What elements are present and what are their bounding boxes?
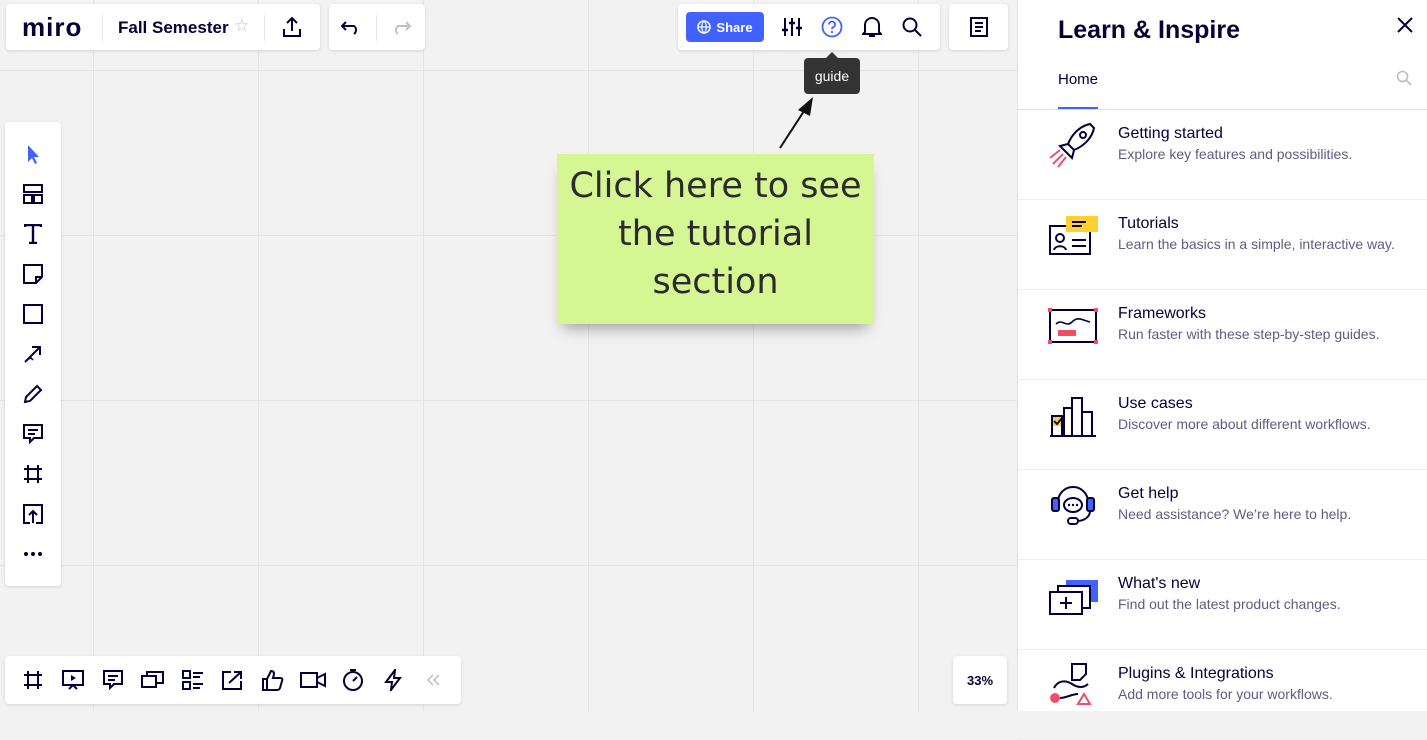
- bell-icon[interactable]: [860, 16, 884, 38]
- zoom-level[interactable]: 33%: [953, 656, 1007, 704]
- timer-icon[interactable]: [339, 666, 367, 694]
- miro-logo[interactable]: miro: [22, 14, 82, 40]
- sticky-note[interactable]: Click here to see the tutorial section: [557, 154, 874, 324]
- redo-icon[interactable]: [389, 15, 413, 39]
- settings-sliders-icon[interactable]: [780, 16, 804, 38]
- upload-icon[interactable]: [19, 500, 47, 528]
- list-item-whats-new[interactable]: What's new Find out the latest product c…: [1018, 560, 1427, 650]
- undo-icon[interactable]: [339, 15, 363, 39]
- list-item-get-help[interactable]: Get help Need assistance? We’re here to …: [1018, 470, 1427, 560]
- item-description: Need assistance? We’re here to help.: [1118, 506, 1352, 522]
- document-icon: [967, 16, 991, 38]
- tutorials-icon: [1046, 210, 1104, 260]
- item-title: Plugins & Integrations: [1118, 665, 1274, 682]
- divider: [376, 15, 377, 41]
- item-description: Add more tools for your workflows.: [1118, 686, 1333, 702]
- video-chat-icon[interactable]: [139, 666, 167, 694]
- rocket-icon: [1046, 120, 1104, 170]
- item-description: Discover more about different workflows.: [1118, 416, 1371, 432]
- screen-share-icon[interactable]: [219, 666, 247, 694]
- text-icon[interactable]: [19, 220, 47, 248]
- collapse-icon[interactable]: [419, 666, 447, 694]
- list-item-frameworks[interactable]: Frameworks Run faster with these step-by…: [1018, 290, 1427, 380]
- voting-icon[interactable]: [259, 666, 287, 694]
- item-description: Explore key features and possibilities.: [1118, 146, 1353, 162]
- search-icon[interactable]: [1396, 70, 1412, 91]
- frameworks-icon: [1046, 300, 1104, 350]
- use-cases-icon: [1046, 390, 1104, 440]
- item-title: Get help: [1118, 485, 1179, 502]
- list-item-plugins[interactable]: Plugins & Integrations Add more tools fo…: [1018, 650, 1427, 740]
- item-title: Getting started: [1118, 125, 1223, 142]
- sticky-note-icon[interactable]: [19, 260, 47, 288]
- item-title: Use cases: [1118, 395, 1193, 412]
- comments-icon[interactable]: [99, 666, 127, 694]
- presentation-icon[interactable]: [59, 666, 87, 694]
- headset-icon: [1046, 480, 1104, 530]
- creation-toolbar: [5, 122, 61, 586]
- pen-icon[interactable]: [19, 380, 47, 408]
- select-icon[interactable]: [19, 140, 47, 168]
- share-button[interactable]: Share: [686, 12, 764, 42]
- help-guide-icon[interactable]: [820, 16, 844, 38]
- list-item-getting-started[interactable]: Getting started Explore key features and…: [1018, 110, 1427, 200]
- star-icon[interactable]: ☆: [234, 16, 249, 36]
- guide-tooltip: guide: [804, 52, 860, 94]
- history-bar: [329, 4, 425, 50]
- board-header: miro Fall Semester ☆: [6, 4, 320, 50]
- annotation-arrow: [779, 97, 813, 149]
- tab-home[interactable]: Home: [1058, 71, 1098, 88]
- arrow-icon[interactable]: [19, 340, 47, 368]
- video-icon[interactable]: [299, 666, 327, 694]
- bottom-toolbar: [5, 656, 461, 704]
- globe-icon: [697, 20, 712, 34]
- whats-new-icon: [1046, 570, 1104, 620]
- divider: [102, 15, 103, 41]
- divider: [264, 15, 265, 41]
- panel-title: Learn & Inspire: [1058, 16, 1240, 44]
- item-title: Frameworks: [1118, 305, 1207, 322]
- frames-icon[interactable]: [19, 666, 47, 694]
- card-icon[interactable]: [179, 666, 207, 694]
- item-description: Learn the basics in a simple, interactiv…: [1118, 236, 1395, 252]
- comment-icon[interactable]: [19, 420, 47, 448]
- item-description: Find out the latest product changes.: [1118, 596, 1341, 612]
- share-label: Share: [716, 19, 753, 35]
- list-item-use-cases[interactable]: Use cases Discover more about different …: [1018, 380, 1427, 470]
- shape-icon[interactable]: [19, 300, 47, 328]
- item-title: Tutorials: [1118, 215, 1179, 232]
- more-icon[interactable]: [19, 540, 47, 568]
- frame-icon[interactable]: [19, 460, 47, 488]
- list-item-tutorials[interactable]: Tutorials Learn the basics in a simple, …: [1018, 200, 1427, 290]
- item-title: What's new: [1118, 575, 1201, 592]
- collab-bar: Share: [678, 4, 940, 50]
- board-canvas[interactable]: [0, 0, 1017, 711]
- notes-panel-toggle[interactable]: [949, 4, 1008, 50]
- learn-inspire-panel: Learn & Inspire Home Getting started Exp…: [1017, 0, 1427, 740]
- item-description: Run faster with these step-by-step guide…: [1118, 326, 1380, 342]
- board-title[interactable]: Fall Semester: [118, 18, 229, 38]
- plugins-icon: [1046, 660, 1104, 710]
- lightning-icon[interactable]: [379, 666, 407, 694]
- search-icon[interactable]: [900, 16, 924, 38]
- export-icon[interactable]: [280, 15, 304, 39]
- sticky-note-text: Click here to see the tutorial section: [569, 166, 862, 302]
- close-icon[interactable]: [1396, 16, 1418, 38]
- templates-icon[interactable]: [19, 180, 47, 208]
